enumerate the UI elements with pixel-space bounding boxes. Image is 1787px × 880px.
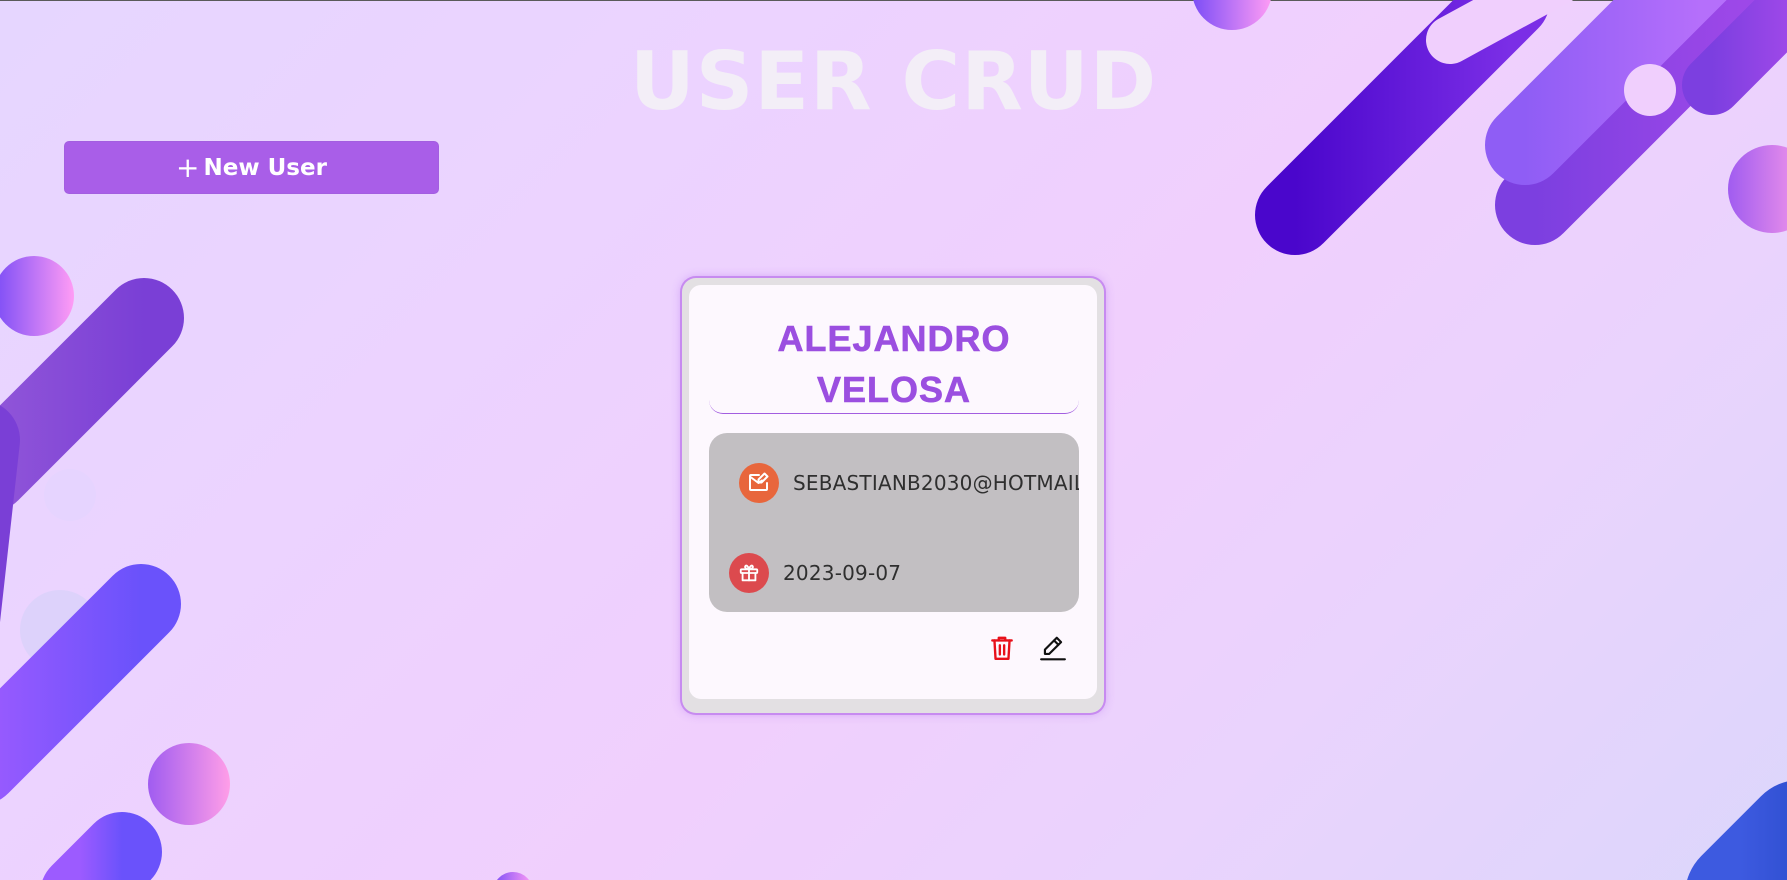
- new-user-label: New User: [203, 154, 327, 181]
- user-email: SEBASTIANB2030@HOTMAIL.COM: [793, 471, 1079, 495]
- user-card-header: ALEJANDRO VELOSA: [709, 313, 1079, 414]
- pencil-icon: [1039, 634, 1067, 666]
- gift-icon: [729, 553, 769, 593]
- user-name-line1: ALEJANDRO: [777, 318, 1011, 360]
- birthday-row: 2023-09-07: [729, 553, 901, 593]
- new-user-button[interactable]: + New User: [64, 141, 439, 194]
- plus-icon: +: [176, 150, 200, 184]
- user-birthday: 2023-09-07: [783, 561, 902, 585]
- user-name-line2: VELOSA: [816, 369, 972, 411]
- page-title: USER CRUD: [629, 35, 1158, 128]
- trash-icon: [989, 634, 1015, 666]
- user-name: ALEJANDRO VELOSA: [709, 313, 1079, 415]
- user-info-box: SEBASTIANB2030@HOTMAIL.COM 2023-09-07: [709, 433, 1079, 612]
- mail-edit-icon: [739, 463, 779, 503]
- user-card: ALEJANDRO VELOSA SEBASTIANB2030@HOTMAIL.…: [682, 278, 1104, 713]
- window-top-border: [0, 0, 1787, 1]
- delete-user-button[interactable]: [985, 633, 1019, 667]
- email-row: SEBASTIANB2030@HOTMAIL.COM: [739, 463, 1079, 503]
- user-card-body: ALEJANDRO VELOSA SEBASTIANB2030@HOTMAIL.…: [689, 285, 1097, 699]
- edit-user-button[interactable]: [1036, 633, 1070, 667]
